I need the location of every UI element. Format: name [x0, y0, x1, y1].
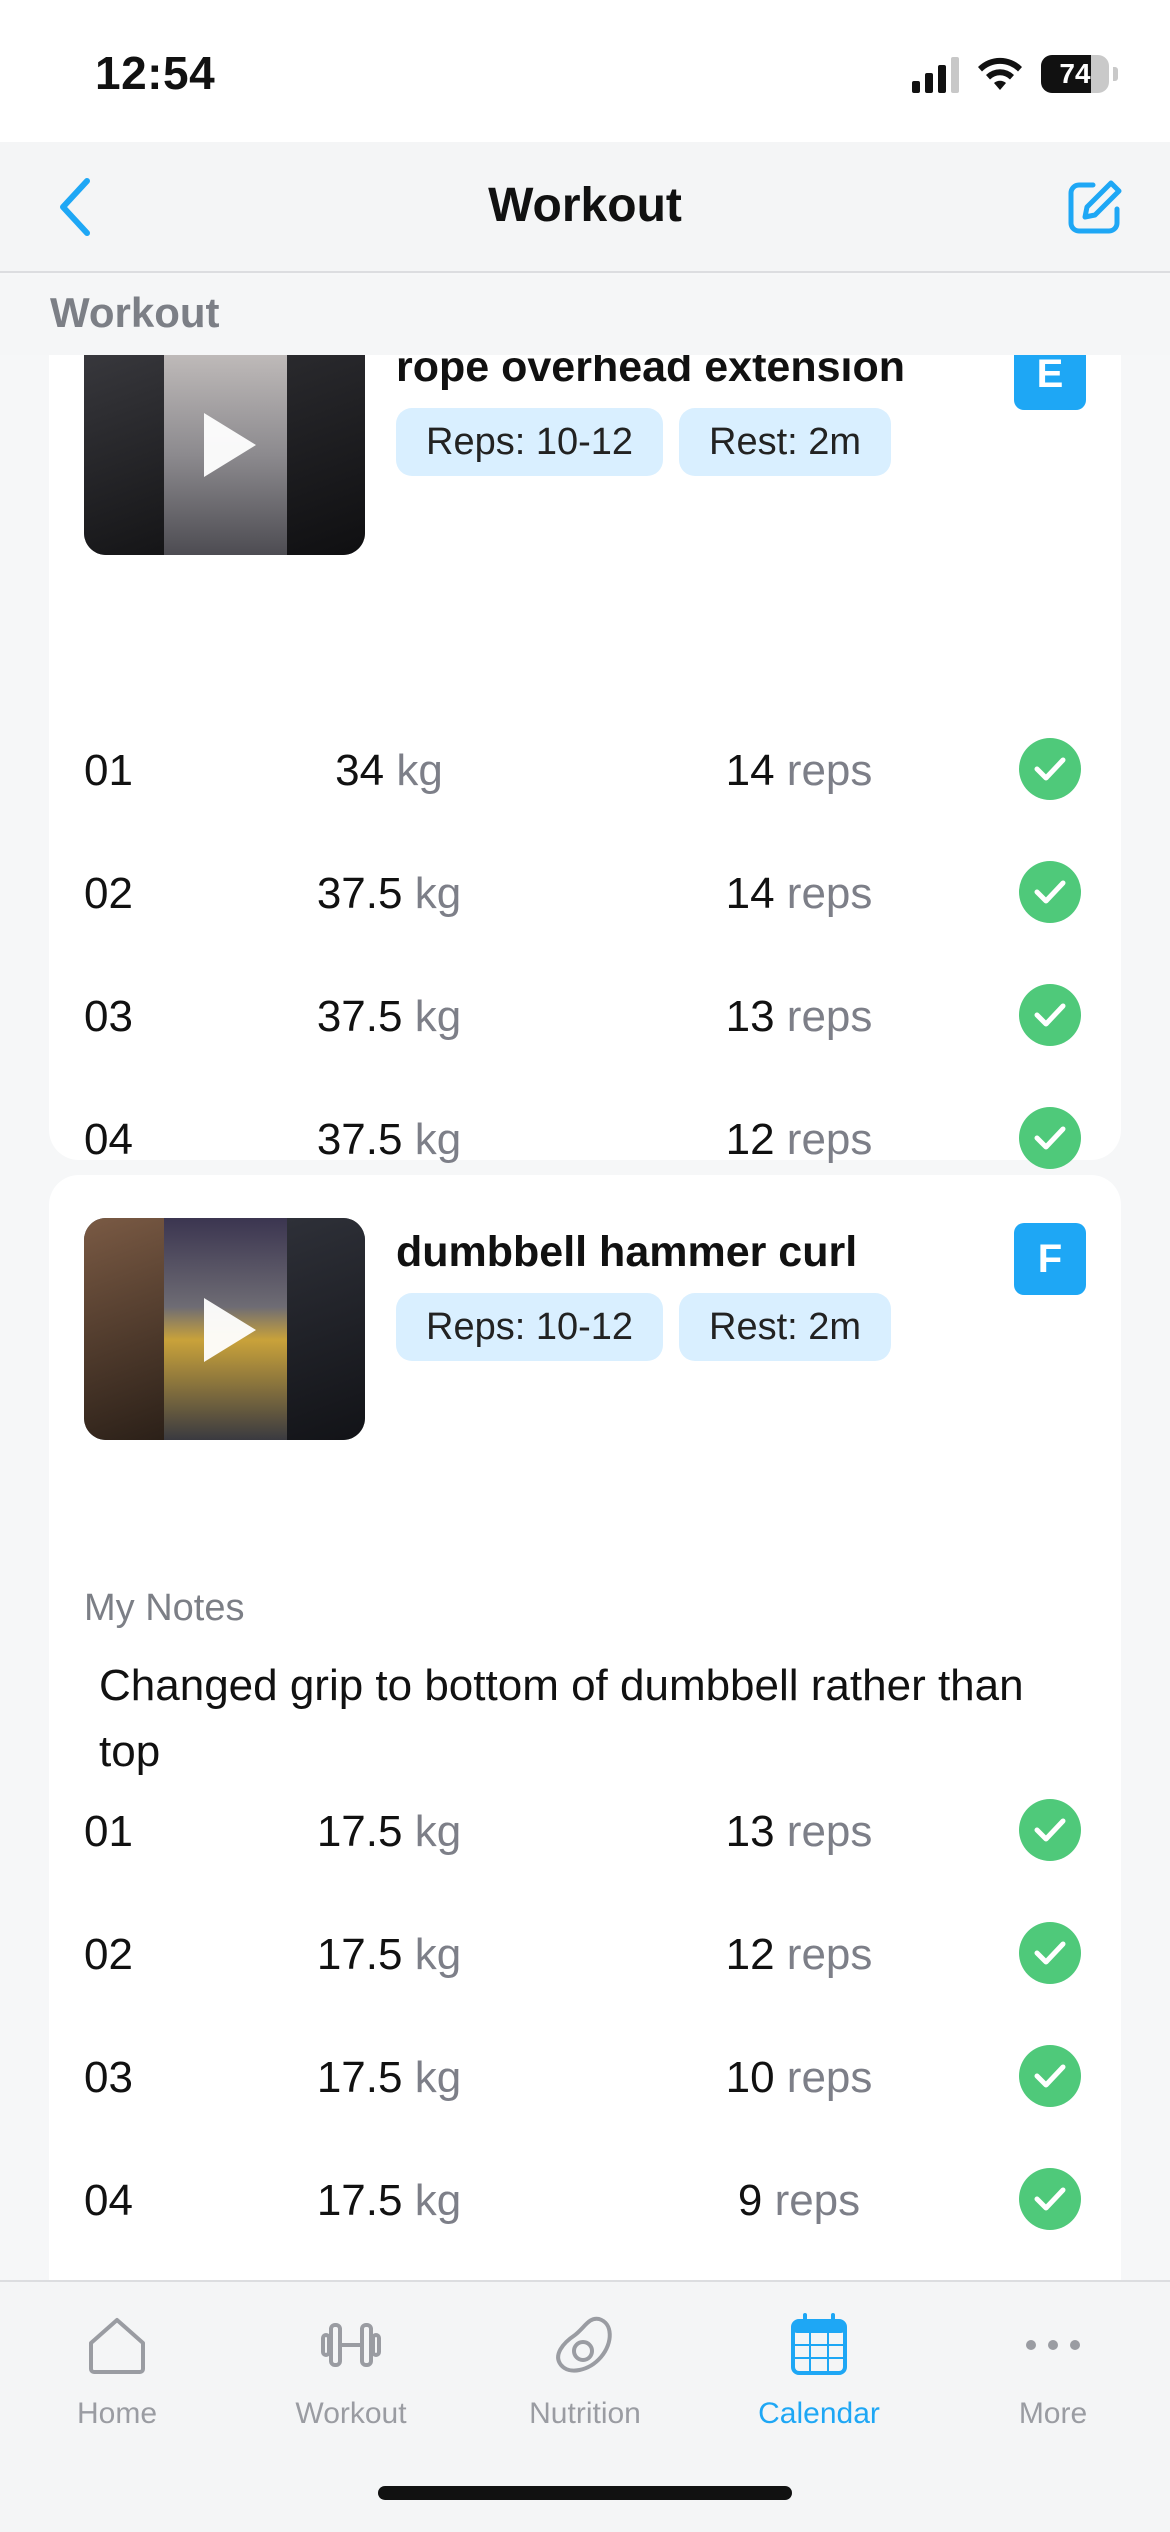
exercise-letter-badge: E [1014, 355, 1086, 410]
set-number: 01 [84, 746, 133, 795]
exercise-title: dumbbell hammer curl [396, 1228, 858, 1276]
page-title: Workout [488, 179, 682, 232]
tab-label: More [1018, 2397, 1088, 2430]
set-weight[interactable]: 17.5 kg [239, 1807, 539, 1857]
reps-chip: Reps: 10-12 [396, 1293, 664, 1361]
set-number: 03 [84, 2053, 133, 2102]
tab-more[interactable]: More [936, 2282, 1170, 2442]
home-icon [89, 2318, 145, 2374]
home-indicator[interactable] [378, 2486, 792, 2500]
set-number: 02 [84, 1930, 133, 1979]
set-weight[interactable]: 17.5 kg [239, 2053, 539, 2103]
set-row[interactable]: 04 17.5 kg 9 reps [49, 2158, 1121, 2238]
set-complete-check-icon[interactable] [1019, 1107, 1081, 1169]
set-reps[interactable]: 12 reps [649, 1930, 949, 1980]
set-row[interactable]: 03 37.5 kg 13 reps [49, 974, 1121, 1054]
tab-home[interactable]: Home [0, 2282, 234, 2442]
set-complete-check-icon[interactable] [1019, 984, 1081, 1046]
status-bar: 12:54 74 [0, 0, 1170, 142]
set-weight[interactable]: 34 kg [239, 746, 539, 796]
reps-chip: Reps: 10-12 [396, 408, 664, 476]
set-weight[interactable]: 17.5 kg [239, 2176, 539, 2226]
section-title: Workout [50, 289, 220, 336]
wifi-icon [978, 57, 1022, 90]
cellular-signal-icon [912, 55, 959, 93]
tab-label: Nutrition [529, 2397, 641, 2430]
battery-cap [1113, 67, 1118, 81]
set-row[interactable]: 01 34 kg 14 reps [49, 728, 1121, 808]
play-icon [204, 1298, 256, 1362]
rest-chip: Rest: 2m [679, 1293, 892, 1361]
set-complete-check-icon[interactable] [1019, 1799, 1081, 1861]
set-reps[interactable]: 14 reps [649, 746, 949, 796]
tab-label: Calendar [758, 2397, 880, 2430]
set-reps[interactable]: 13 reps [649, 1807, 949, 1857]
set-reps[interactable]: 13 reps [649, 992, 949, 1042]
battery-percentage: 74 [1059, 58, 1091, 89]
set-number: 02 [84, 869, 133, 918]
exercise-title: rope overhead extension [396, 355, 905, 391]
workout-content[interactable]: rope overhead extension Reps: 10-12 Rest… [0, 355, 1170, 2280]
set-complete-check-icon[interactable] [1019, 1922, 1081, 1984]
avocado-icon [556, 2316, 612, 2373]
set-number: 04 [84, 2176, 133, 2225]
set-reps[interactable]: 10 reps [649, 2053, 949, 2103]
play-icon [204, 413, 256, 477]
exercise-letter-badge: F [1014, 1223, 1086, 1295]
exercise-video-thumbnail[interactable] [84, 355, 365, 555]
set-complete-check-icon[interactable] [1019, 861, 1081, 923]
edit-button[interactable] [1060, 172, 1130, 242]
set-weight[interactable]: 37.5 kg [239, 869, 539, 919]
set-row[interactable]: 02 37.5 kg 14 reps [49, 851, 1121, 931]
set-weight[interactable]: 37.5 kg [239, 992, 539, 1042]
notes-label: My Notes [84, 1587, 245, 1629]
set-complete-check-icon[interactable] [1019, 2045, 1081, 2107]
exercise-card-e: rope overhead extension Reps: 10-12 Rest… [49, 355, 1121, 1169]
tab-label: Workout [295, 2397, 407, 2430]
set-complete-check-icon[interactable] [1019, 738, 1081, 800]
status-time: 12:54 [95, 47, 216, 99]
set-weight[interactable]: 37.5 kg [239, 1115, 539, 1165]
tab-workout[interactable]: Workout [234, 2282, 468, 2442]
navigation-bar: Workout [0, 142, 1170, 273]
set-number: 01 [84, 1807, 133, 1856]
dumbbell-icon [321, 2323, 381, 2367]
set-weight[interactable]: 17.5 kg [239, 1930, 539, 1980]
tab-label: Home [76, 2397, 158, 2430]
set-row[interactable]: 03 17.5 kg 10 reps [49, 2035, 1121, 2115]
set-reps[interactable]: 12 reps [649, 1115, 949, 1165]
battery-icon: 74 [1041, 55, 1109, 93]
set-complete-check-icon[interactable] [1019, 2168, 1081, 2230]
set-row[interactable]: 01 17.5 kg 13 reps [49, 1789, 1121, 1869]
section-header: Workout [0, 275, 1170, 355]
set-reps[interactable]: 9 reps [649, 2176, 949, 2226]
set-number: 04 [84, 1115, 133, 1164]
rest-chip: Rest: 2m [679, 408, 892, 476]
tab-calendar[interactable]: Calendar [702, 2282, 936, 2442]
tab-nutrition[interactable]: Nutrition [468, 2282, 702, 2442]
edit-icon [1068, 180, 1122, 234]
notes-text[interactable]: Changed grip to bottom of dumbbell rathe… [99, 1653, 1059, 1785]
status-icons: 74 [912, 52, 1118, 96]
set-reps[interactable]: 14 reps [649, 869, 949, 919]
set-number: 03 [84, 992, 133, 1041]
more-icon [1026, 2340, 1080, 2350]
exercise-video-thumbnail[interactable] [84, 1218, 365, 1440]
calendar-icon [791, 2313, 847, 2375]
exercise-card-f: dumbbell hammer curl Reps: 10-12 Rest: 2… [49, 1175, 1121, 2280]
set-row[interactable]: 02 17.5 kg 12 reps [49, 1912, 1121, 1992]
set-row[interactable]: 04 37.5 kg 12 reps [49, 1097, 1121, 1169]
